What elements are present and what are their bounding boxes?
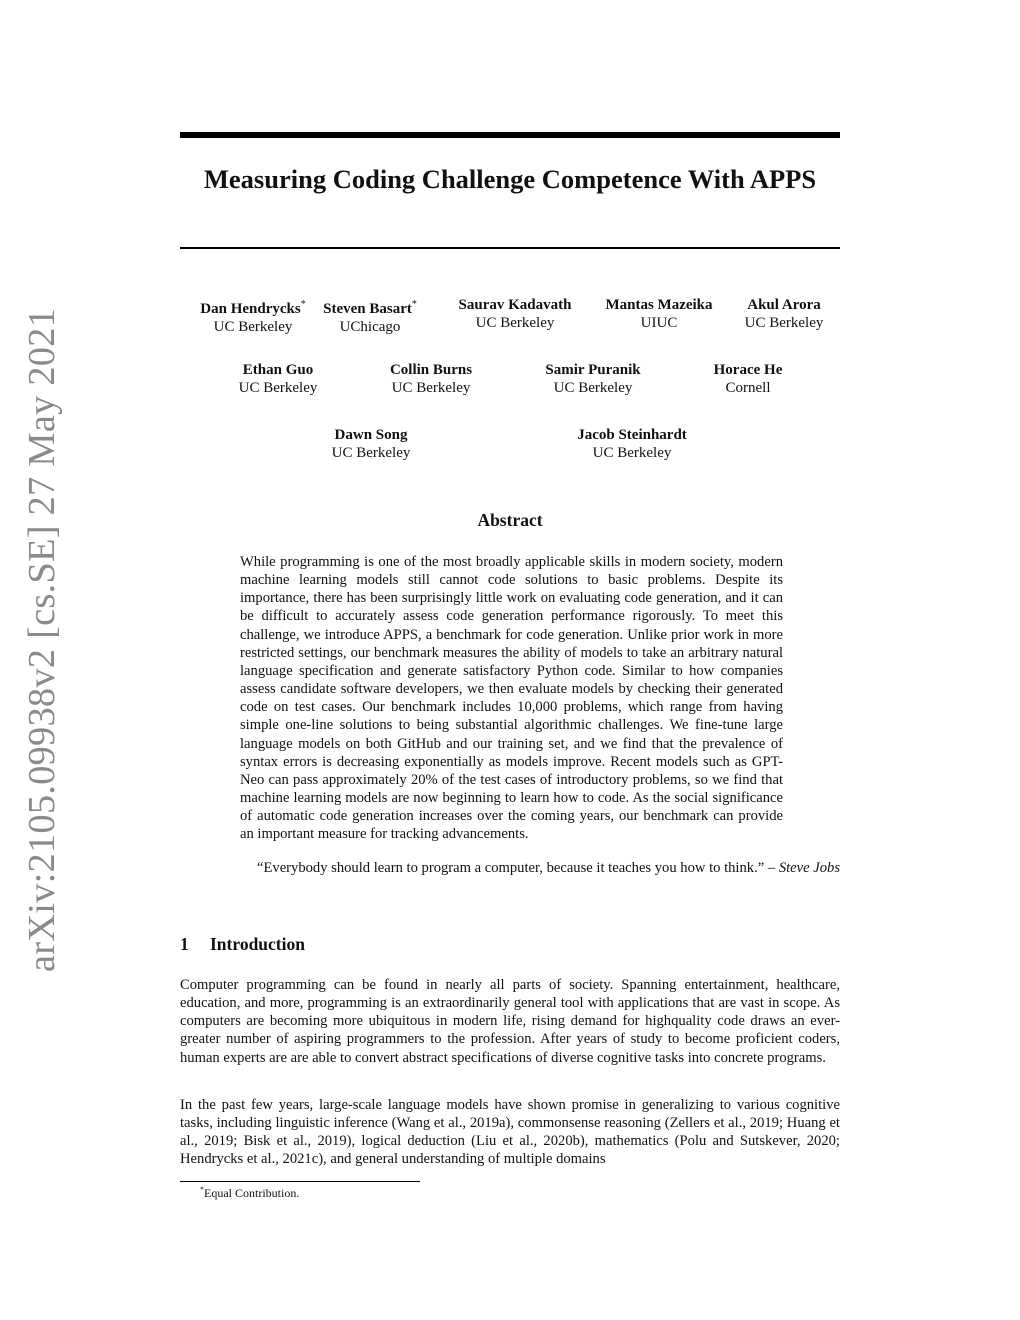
author-affiliation: UC Berkeley <box>475 315 555 331</box>
author-affiliation: UC Berkeley <box>213 319 293 335</box>
arxiv-identifier-stamp: arXiv:2105.09938v2 [cs.SE] 27 May 2021 <box>21 307 63 973</box>
author-block: Collin Burns UC Berkeley <box>390 361 472 397</box>
author-affiliation: UC Berkeley <box>331 445 411 461</box>
author-name: Steven Basart* <box>323 299 417 317</box>
section-title: Introduction <box>210 934 305 954</box>
author-name: Samir Puranik <box>545 362 641 378</box>
author-affiliation: UIUC <box>640 315 678 331</box>
quote-attribution: Steve Jobs <box>778 860 840 876</box>
author-affiliation: UC Berkeley <box>553 380 633 396</box>
quote-text: “Everybody should learn to program a com… <box>257 860 779 876</box>
author-block: Mantas Mazeika UIUC <box>605 296 712 332</box>
author-block: Dawn Song UC Berkeley <box>332 426 411 462</box>
author-name: Akul Arora <box>747 297 821 313</box>
paper-title: Measuring Coding Challenge Competence Wi… <box>203 164 817 194</box>
author-block: Dan Hendrycks* UC Berkeley <box>200 296 305 336</box>
author-name: Collin Burns <box>389 362 473 378</box>
author-block: Saurav Kadavath UC Berkeley <box>459 296 572 332</box>
author-affiliation: UC Berkeley <box>592 445 672 461</box>
author-block: Akul Arora UC Berkeley <box>745 296 824 332</box>
author-name: Dawn Song <box>334 427 408 443</box>
author-affiliation: Cornell <box>725 380 771 396</box>
abstract-text: While programming is one of the most bro… <box>240 554 783 843</box>
author-name: Dan Hendrycks* <box>200 299 306 317</box>
title-top-rule <box>180 132 840 138</box>
author-block: Jacob Steinhardt UC Berkeley <box>577 426 687 462</box>
title-bottom-rule <box>180 247 840 249</box>
section-heading: 1 Introduction <box>180 934 305 955</box>
author-name: Horace He <box>713 362 783 378</box>
footnote-text: Equal Contribution. <box>204 1186 300 1200</box>
footnote-rule <box>180 1181 420 1182</box>
author-block: Ethan Guo UC Berkeley <box>239 361 318 397</box>
body-paragraph: Computer programming can be found in nea… <box>180 977 840 1066</box>
author-affiliation: UC Berkeley <box>744 315 824 331</box>
author-name: Mantas Mazeika <box>605 297 713 313</box>
body-paragraph: In the past few years, large-scale langu… <box>180 1097 840 1168</box>
author-name: Ethan Guo <box>242 362 314 378</box>
epigraph-quote: “Everybody should learn to program a com… <box>180 860 840 877</box>
author-affiliation: UChicago <box>339 319 401 335</box>
author-name: Jacob Steinhardt <box>577 427 687 443</box>
footnote: *Equal Contribution. <box>200 1185 299 1201</box>
abstract-heading: Abstract <box>477 510 543 530</box>
author-name: Saurav Kadavath <box>458 297 572 313</box>
author-affiliation: UC Berkeley <box>391 380 471 396</box>
author-block: Horace He Cornell <box>714 361 783 397</box>
author-block: Steven Basart* UChicago <box>323 296 417 336</box>
author-block: Samir Puranik UC Berkeley <box>545 361 640 397</box>
author-affiliation: UC Berkeley <box>238 380 318 396</box>
section-number: 1 <box>180 934 189 954</box>
